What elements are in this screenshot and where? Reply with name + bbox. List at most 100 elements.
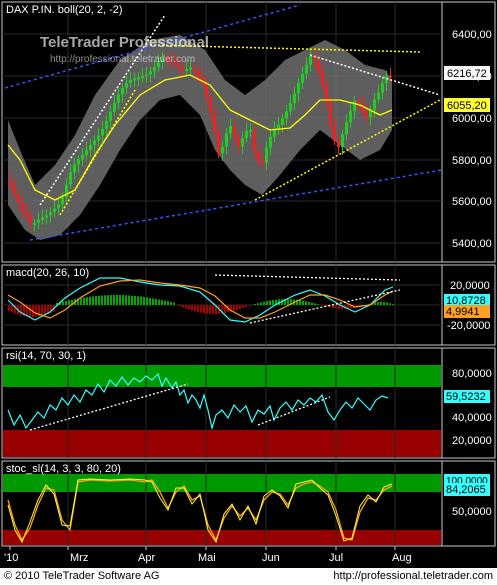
macd-histogram-bar (188, 305, 190, 310)
rsi-tick: 80,0000 (452, 368, 492, 380)
macd-histogram-bar (113, 295, 115, 305)
stoch-panel-title: stoc_sl(14, 3, 3, 80, 20) (6, 463, 121, 475)
x-tick: '10 (4, 552, 18, 564)
macd-histogram-bar (134, 295, 136, 305)
macd-histogram-bar (185, 305, 187, 309)
candle-body (381, 83, 384, 93)
candle-body (389, 75, 392, 78)
macd-histogram-bar (161, 300, 163, 305)
rsi-tick: 40,0000 (452, 412, 492, 424)
macd-histogram-bar (149, 297, 151, 305)
candle-body (249, 130, 252, 133)
candle-body (241, 138, 244, 147)
rsi-panel-title: rsi(14, 70, 30, 1) (6, 350, 86, 362)
macd-histogram-bar (233, 305, 235, 311)
price-tick: 6400,00 (452, 29, 492, 41)
candle-body (25, 211, 28, 217)
macd-histogram-bar (212, 305, 214, 314)
macd-histogram-bar (80, 298, 82, 305)
candle-body (113, 102, 116, 112)
candle-body (57, 204, 60, 209)
macd-histogram-bar (206, 305, 208, 314)
price-tick: 5600,00 (452, 196, 492, 208)
candle-body (209, 97, 212, 114)
macd-histogram-bar (383, 302, 385, 305)
price-midline-label: 6055,20 (447, 100, 487, 112)
candle-body (9, 180, 12, 186)
macd-histogram-bar (146, 297, 148, 305)
candle-body (33, 222, 36, 225)
candle-body (125, 83, 128, 88)
candle-body (13, 185, 16, 194)
candle-body (277, 124, 280, 129)
candle-body (109, 111, 112, 121)
candle-body (281, 118, 284, 125)
price-tick: 5800,00 (452, 155, 492, 167)
candle-body (117, 94, 120, 103)
candle-body (221, 146, 224, 154)
candle-body (217, 131, 220, 154)
macd-histogram-bar (158, 299, 160, 305)
macd-histogram-bar (257, 303, 259, 305)
stoch-oversold-zone (3, 530, 441, 545)
candle-body (185, 69, 188, 72)
candle-body (261, 161, 264, 164)
price-panel-title: DAX P.IN. boll(20, 2, -2) (6, 4, 123, 16)
macd-histogram-bar (374, 302, 376, 305)
macd-histogram-bar (170, 301, 172, 305)
candle-body (137, 77, 140, 80)
macd-histogram-bar (323, 305, 325, 306)
footer-url-link[interactable]: http://professional.teletrader.com (333, 570, 493, 582)
candle-body (101, 128, 104, 136)
stoch-tick: 50,0000 (452, 506, 492, 518)
macd-histogram-bar (269, 300, 271, 305)
macd-histogram-bar (68, 300, 70, 305)
candle-body (193, 67, 196, 72)
candle-body (349, 111, 352, 123)
candle-body (365, 111, 368, 118)
candle-body (213, 113, 216, 132)
macd-histogram-bar (116, 295, 118, 305)
candle-body (305, 64, 308, 74)
macd-histogram-bar (263, 301, 265, 305)
rsi-label: 59,5232 (446, 391, 486, 403)
macd-histogram-bar (200, 305, 202, 313)
candle-body (61, 197, 64, 205)
macd-histogram-bar (137, 296, 139, 305)
macd-histogram-bar (155, 299, 157, 305)
candle-body (289, 103, 292, 112)
candle-body (321, 71, 324, 86)
candle-body (53, 208, 56, 212)
macd-histogram-bar (167, 301, 169, 305)
macd-histogram-bar (83, 297, 85, 305)
macd-histogram-bar (143, 297, 145, 305)
candle-body (49, 211, 52, 216)
candle-body (197, 71, 200, 77)
macd-histogram-bar (122, 295, 124, 305)
watermark-url: http://professional.teletrader.com (50, 54, 195, 65)
macd-histogram-bar (248, 305, 250, 306)
rsi-oversold-zone (3, 430, 441, 457)
macd-histogram-bar (377, 302, 379, 305)
candle-body (21, 202, 24, 212)
macd-tick: 20,0000 (450, 280, 490, 292)
macd-histogram-bar (260, 302, 262, 305)
macd-histogram-bar (236, 305, 238, 310)
macd-histogram-bar (311, 302, 313, 305)
macd-panel-title: macd(20, 26, 10) (6, 267, 89, 279)
macd-histogram-bar (128, 295, 130, 305)
footer: © 2010 TeleTrader Software AG http://pro… (0, 568, 497, 585)
candle-body (317, 60, 320, 72)
candle-body (345, 122, 348, 135)
macd-histogram-bar (308, 301, 310, 305)
candle-body (237, 136, 240, 147)
macd-histogram-bar (101, 295, 103, 305)
macd-histogram-bar (209, 305, 211, 314)
macd-histogram-bar (305, 301, 307, 305)
macd-histogram-bar (302, 300, 304, 305)
price-last-label: 6216,72 (447, 68, 487, 80)
macd-histogram-bar (266, 301, 268, 305)
candle-body (97, 135, 100, 141)
macd-histogram-bar (239, 305, 241, 310)
macd-histogram-bar (107, 295, 109, 305)
